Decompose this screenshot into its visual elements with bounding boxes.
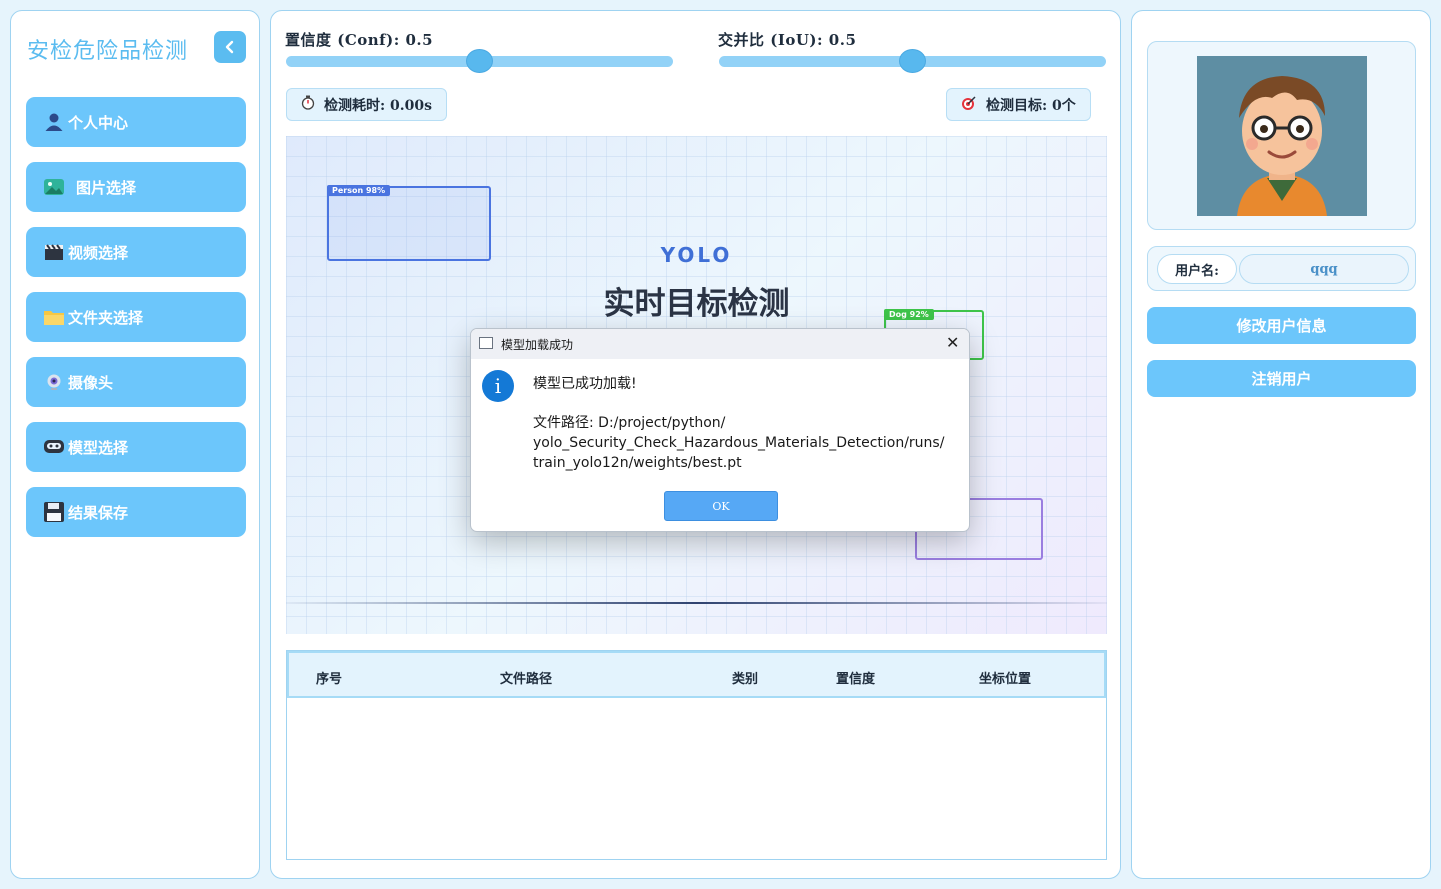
nav-personal-center[interactable]: 个人中心 xyxy=(26,97,246,147)
preview-title: 实时目标检测 xyxy=(603,286,790,322)
column-header-path[interactable]: 文件路径 xyxy=(500,668,552,687)
nav-camera[interactable]: 摄像头 xyxy=(26,357,246,407)
stopwatch-icon xyxy=(301,95,315,114)
nav-label: 摄像头 xyxy=(68,373,114,392)
close-icon[interactable]: ✕ xyxy=(946,334,959,352)
iou-label: 交并比 (IoU): 0.5 xyxy=(718,31,857,49)
dialog-file-path: 文件路径: D:/project/python/ yolo_Security_C… xyxy=(533,413,953,473)
column-header-class[interactable]: 类别 xyxy=(732,668,758,687)
nav-model-select[interactable]: 模型选择 xyxy=(26,422,246,472)
nav-label: 视频选择 xyxy=(68,243,129,262)
avatar xyxy=(1197,56,1367,216)
column-header-coordinates[interactable]: 坐标位置 xyxy=(979,668,1031,687)
clapper-icon xyxy=(42,240,66,264)
conf-slider-thumb[interactable] xyxy=(466,49,493,73)
dialog-title: 模型加载成功 xyxy=(501,338,574,352)
nav-folder-select[interactable]: 文件夹选择 xyxy=(26,292,246,342)
dialog-path-line: yolo_Security_Check_Hazardous_Materials_… xyxy=(533,435,945,451)
profile-panel: 用户名: qqq 修改用户信息 注销用户 xyxy=(1131,10,1431,879)
iou-slider-thumb[interactable] xyxy=(899,49,926,73)
detection-time-text: 检测耗时: 0.00s xyxy=(324,97,433,114)
dialog-titlebar[interactable]: 模型加载成功 ✕ xyxy=(471,329,969,359)
nav-image-select[interactable]: 图片选择 xyxy=(26,162,246,212)
info-icon: i xyxy=(482,370,514,402)
sidebar: 安检危险品检测 个人中心 图片选择 视频选择 文件夹选择 摄像头 模型选择 结果… xyxy=(10,10,260,879)
table-header: 序号 文件路径 类别 置信度 坐标位置 xyxy=(287,651,1106,698)
app-title: 安检危险品检测 xyxy=(27,39,189,64)
webcam-icon xyxy=(42,370,66,394)
chevron-left-icon xyxy=(225,40,234,54)
floppy-icon xyxy=(42,500,66,524)
image-icon xyxy=(42,175,66,199)
collapse-sidebar-button[interactable] xyxy=(214,31,246,63)
nav-label: 结果保存 xyxy=(68,503,129,522)
column-header-index[interactable]: 序号 xyxy=(316,668,342,687)
detection-tag: Person 98% xyxy=(327,185,391,196)
detection-target-text: 检测目标: 0个 xyxy=(986,97,1076,114)
nav-label: 个人中心 xyxy=(68,113,129,132)
nav-label: 文件夹选择 xyxy=(68,308,144,327)
avatar-card xyxy=(1147,41,1416,230)
nav-label: 模型选择 xyxy=(68,438,129,457)
dialog-path-line: train_yolo12n/weights/best.pt xyxy=(533,455,742,471)
results-table: 序号 文件路径 类别 置信度 坐标位置 xyxy=(286,650,1107,860)
dialog-path-line: 文件路径: D:/project/python/ xyxy=(533,415,726,431)
nav-save-results[interactable]: 结果保存 xyxy=(26,487,246,537)
preview-heading: YOLO xyxy=(660,243,733,267)
column-header-confidence[interactable]: 置信度 xyxy=(836,668,875,687)
logout-button[interactable]: 注销用户 xyxy=(1147,360,1416,397)
model-loaded-dialog: 模型加载成功 ✕ i 模型已成功加载! 文件路径: D:/project/pyt… xyxy=(470,328,970,532)
preview-divider xyxy=(286,602,1107,604)
dialog-message: 模型已成功加载! xyxy=(533,376,637,392)
nav-video-select[interactable]: 视频选择 xyxy=(26,227,246,277)
ok-button[interactable]: OK xyxy=(664,491,778,521)
username-label: 用户名: xyxy=(1157,254,1237,284)
edit-user-button[interactable]: 修改用户信息 xyxy=(1147,307,1416,344)
window-app-icon xyxy=(479,337,493,349)
username-value: qqq xyxy=(1239,254,1409,284)
target-icon xyxy=(961,95,977,115)
folder-icon xyxy=(42,305,66,329)
nav-label: 图片选择 xyxy=(76,178,137,197)
detection-time-box: 检测耗时: 0.00s xyxy=(286,88,448,121)
username-row: 用户名: qqq xyxy=(1147,246,1416,291)
model-icon xyxy=(42,435,66,459)
detection-target-box: 检测目标: 0个 xyxy=(946,88,1091,121)
person-icon xyxy=(42,110,66,134)
conf-label: 置信度 (Conf): 0.5 xyxy=(285,31,434,49)
